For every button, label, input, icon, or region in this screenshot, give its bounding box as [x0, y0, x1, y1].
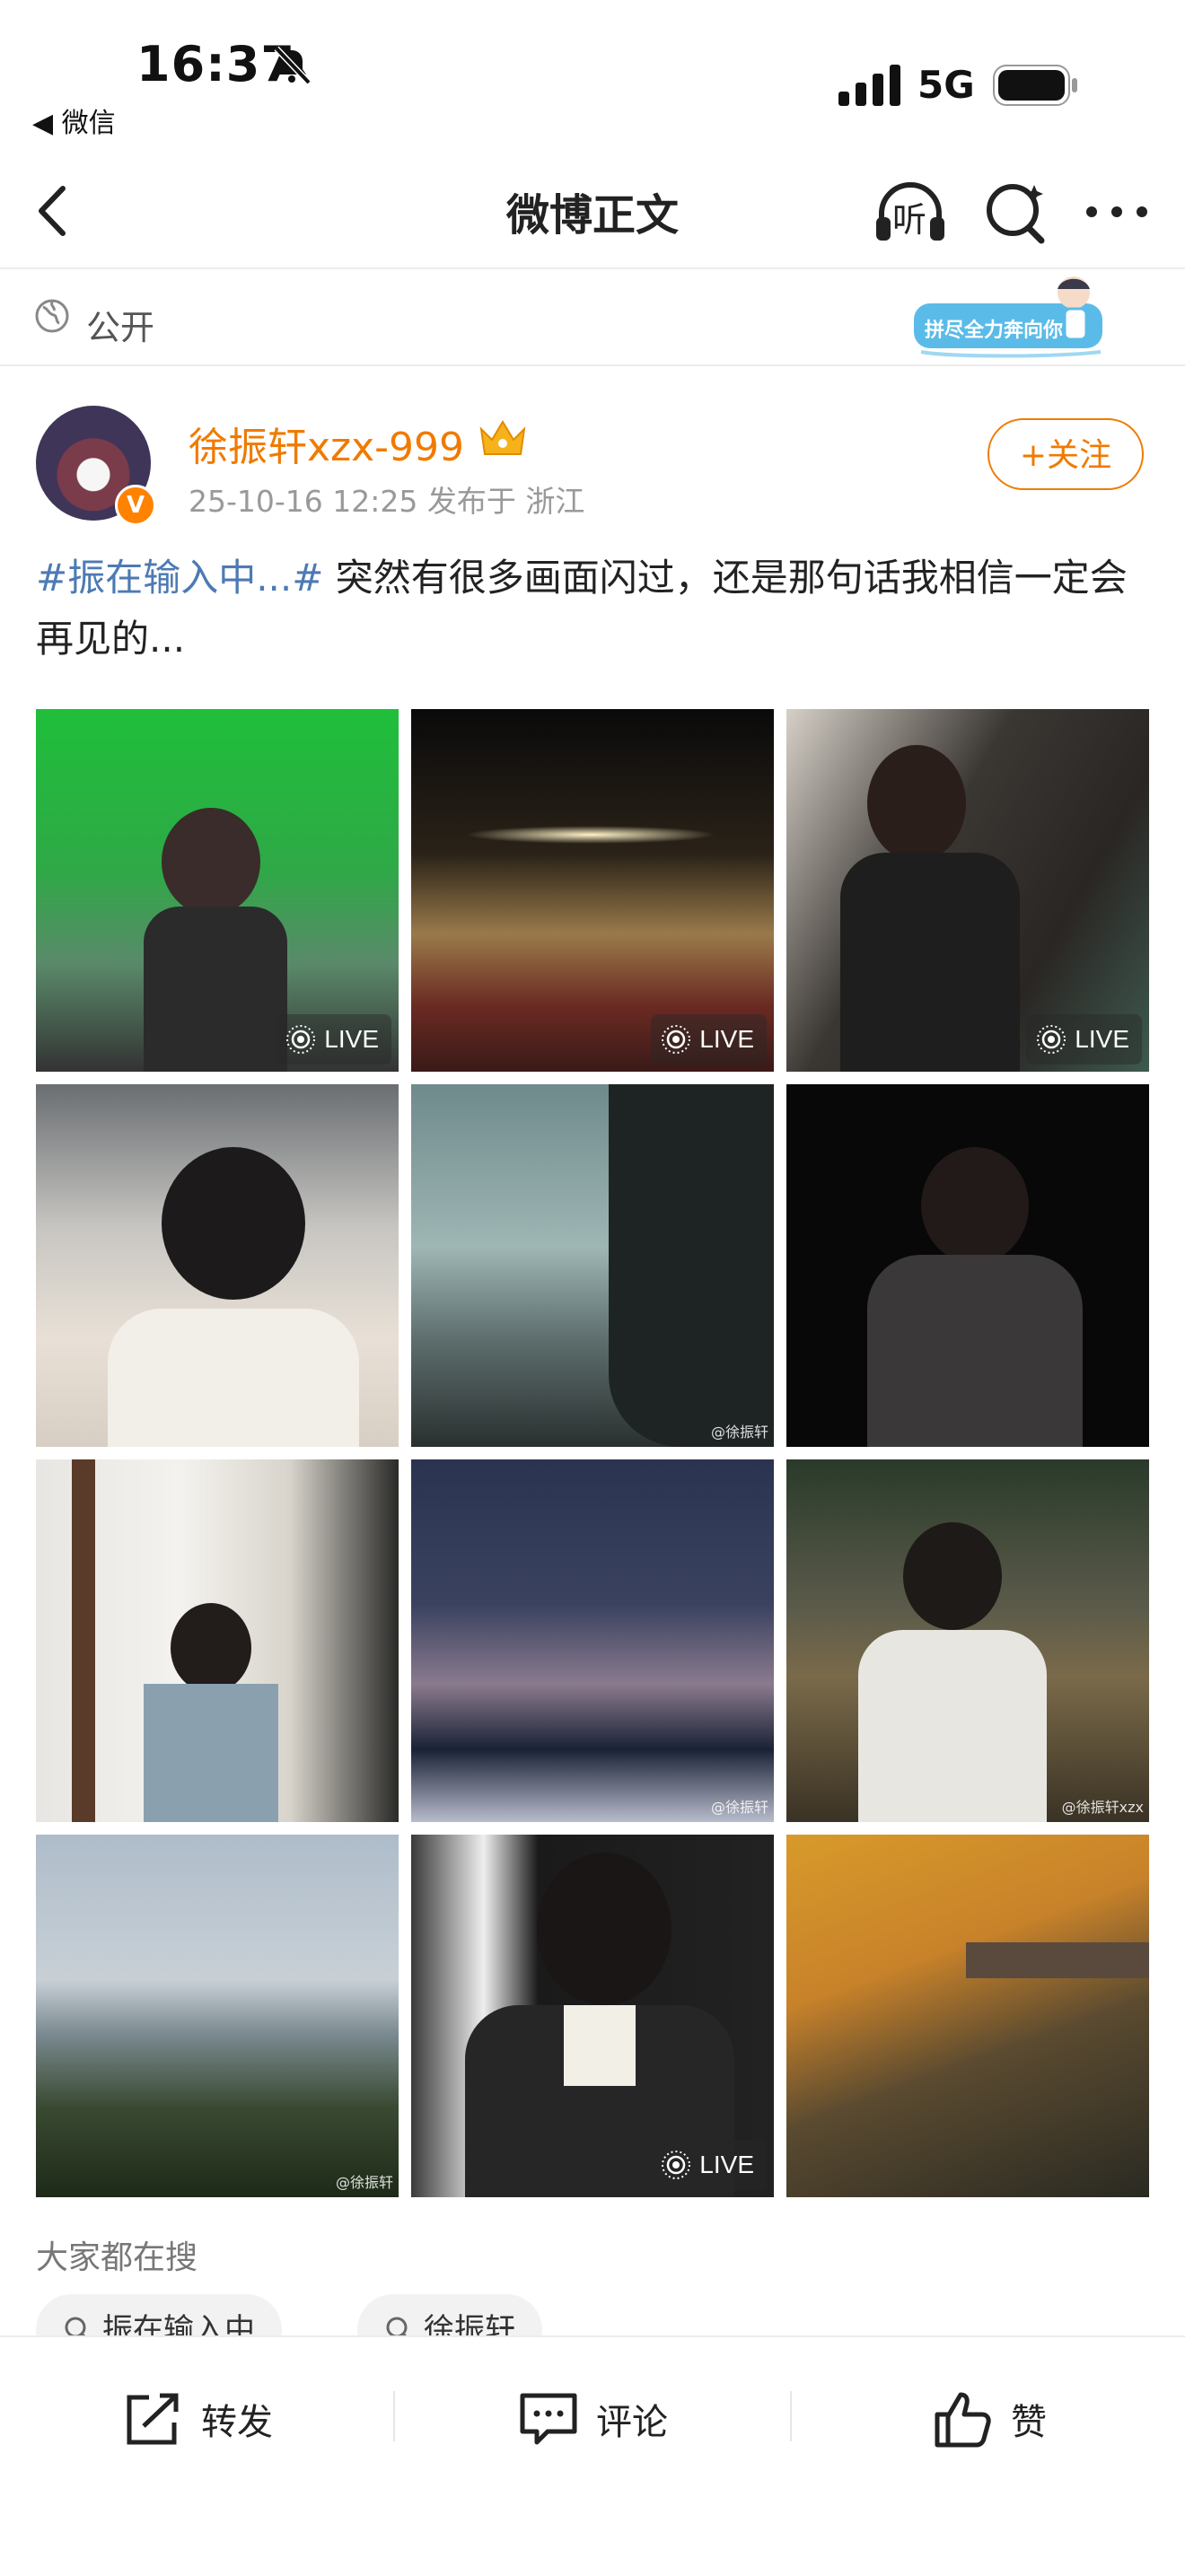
hot-search-title: 大家都在搜: [36, 2239, 198, 2276]
like-button[interactable]: 赞: [932, 2388, 1047, 2450]
separator: [790, 2391, 792, 2441]
live-badge: LIVE: [276, 1014, 391, 1065]
live-label: LIVE: [699, 1025, 754, 1053]
fan-badge-sticker[interactable]: 拼尽全力奔向你: [914, 269, 1119, 363]
image-7[interactable]: [36, 1459, 399, 1822]
image-8[interactable]: @徐振轩: [411, 1459, 774, 1822]
image-watermark: @徐振轩: [710, 1799, 768, 1816]
comment-button[interactable]: 评论: [517, 2388, 668, 2450]
comment-icon: [520, 2393, 577, 2445]
search-icon[interactable]: [982, 176, 1050, 248]
live-badge: LIVE: [651, 1014, 767, 1065]
repost-button[interactable]: 转发: [122, 2388, 273, 2450]
image-watermark: @徐振轩: [710, 1424, 768, 1441]
live-label: LIVE: [324, 1025, 379, 1053]
sticker-text: 拼尽全力奔向你: [925, 320, 1064, 342]
separator: [393, 2391, 395, 2441]
back-to-app-link[interactable]: ◀ 微信: [32, 101, 116, 140]
live-photo-icon: [662, 2151, 691, 2179]
author-name[interactable]: 徐振轩xzx-999: [189, 415, 464, 472]
image-watermark: @徐振轩: [335, 2174, 393, 2191]
repost-label: 转发: [201, 2402, 273, 2443]
image-12[interactable]: [786, 1835, 1149, 2197]
listen-button[interactable]: 听: [873, 176, 948, 248]
live-photo-icon: [286, 1025, 316, 1054]
image-10[interactable]: @徐振轩: [36, 1835, 399, 2197]
visibility-label: 公开: [86, 308, 155, 347]
live-label: LIVE: [699, 2151, 754, 2178]
globe-icon: [35, 299, 69, 333]
image-6[interactable]: [786, 1084, 1149, 1447]
live-badge: LIVE: [651, 2140, 767, 2190]
signal-icon: [838, 65, 900, 106]
image-5[interactable]: @徐振轩: [411, 1084, 774, 1447]
post-content: #振在输入中...# 突然有很多画面闪过，还是那句话我相信一定会再见的...: [36, 548, 1149, 670]
mute-bell-icon: [274, 46, 312, 85]
live-badge: LIVE: [1026, 1014, 1142, 1065]
image-9[interactable]: @徐振轩xzx: [786, 1459, 1149, 1822]
image-4[interactable]: [36, 1084, 399, 1447]
battery-icon: [993, 65, 1077, 106]
more-icon[interactable]: [1083, 185, 1151, 239]
topic-link[interactable]: #振在输入中...#: [36, 556, 323, 600]
carrier-label: 5G: [917, 63, 975, 107]
image-3[interactable]: LIVE: [786, 709, 1149, 1072]
verified-badge: V: [115, 485, 156, 526]
image-2[interactable]: LIVE: [411, 709, 774, 1072]
crown-icon: [479, 420, 526, 455]
image-1[interactable]: LIVE: [36, 709, 399, 1072]
live-photo-icon: [1037, 1025, 1066, 1054]
post-meta: 25-10-16 12:25 发布于 浙江: [189, 484, 585, 519]
live-photo-icon: [662, 1025, 691, 1054]
thumbs-up-icon: [935, 2392, 991, 2448]
divider: [0, 364, 1185, 366]
image-watermark: @徐振轩xzx: [1061, 1799, 1144, 1816]
live-label: LIVE: [1075, 1025, 1129, 1053]
comment-label: 评论: [596, 2402, 668, 2443]
share-icon: [127, 2393, 179, 2445]
image-11[interactable]: LIVE: [411, 1835, 774, 2197]
follow-button[interactable]: +关注: [988, 418, 1144, 490]
like-label: 赞: [1011, 2402, 1047, 2443]
bottom-action-bar: 转发 评论 赞: [0, 2335, 1185, 2576]
listen-label: 听: [892, 200, 927, 240]
